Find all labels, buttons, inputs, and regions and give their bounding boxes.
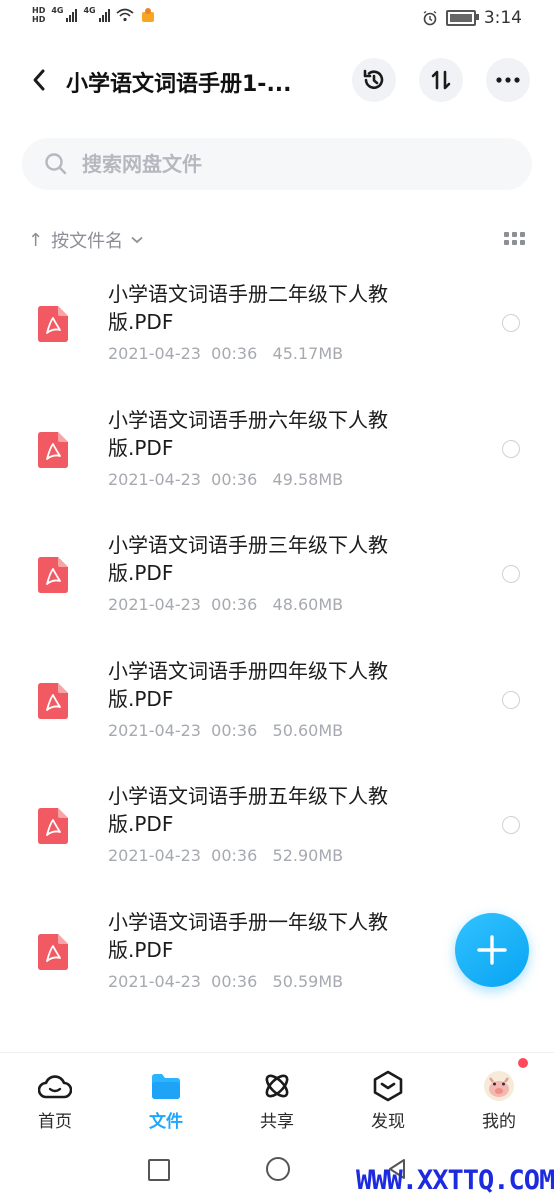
clock: 3:14 [483,8,522,28]
discover-box-icon [348,1069,428,1103]
nav-label: 共享 [260,1112,294,1132]
file-row[interactable]: 小学语文词语手册二年级下人教版.PDF 2021-04-23 00:36 45.1… [0,268,554,394]
file-name: 小学语文词语手册三年级下人教版.PDF [108,533,388,586]
file-name: 小学语文词语手册一年级下人教版.PDF [108,909,388,962]
file-meta: 2021-04-23 00:36 50.60MB [108,720,344,740]
network-type: 4G [51,6,64,15]
home-button[interactable] [266,1157,290,1181]
notification-badge [518,1058,528,1068]
wifi-icon [116,8,134,22]
search-input[interactable] [80,151,484,177]
signal-icon [66,8,78,22]
more-dots-icon [496,77,520,83]
file-row[interactable]: 小学语文词语手册三年级下人教版.PDF 2021-04-23 00:36 48.6… [0,519,554,645]
nav-label: 发现 [371,1112,405,1132]
pdf-file-icon [38,557,68,594]
file-row[interactable]: 小学语文词语手册五年级下人教版.PDF 2021-04-23 00:36 52.9… [0,770,554,896]
file-row[interactable]: 小学语文词语手册六年级下人教版.PDF 2021-04-23 00:36 49.5… [0,394,554,520]
select-radio[interactable] [502,816,520,835]
file-meta: 2021-04-23 00:36 50.59MB [108,971,344,991]
sort-selector[interactable]: ↑ 按文件名 [28,226,525,254]
file-row[interactable]: 小学语文词语手册四年级下人教版.PDF 2021-04-23 00:36 50.6… [0,645,554,771]
select-radio[interactable] [502,314,520,332]
nav-share[interactable]: 共享 [237,1069,317,1132]
nav-discover[interactable]: 发现 [348,1069,428,1132]
folder-icon [126,1069,206,1103]
chevron-down-icon [131,233,143,247]
sort-button[interactable] [419,58,463,102]
avatar-icon [459,1069,539,1103]
grid-view-icon[interactable] [504,232,525,246]
hd-indicators: HD HD [32,6,45,24]
file-meta: 2021-04-23 00:36 48.60MB [108,595,344,615]
select-radio[interactable] [502,565,520,584]
select-radio[interactable] [502,439,520,458]
sort-direction-icon: ↑ [28,229,44,251]
file-meta: 2021-04-23 00:36 52.90MB [108,846,344,866]
file-name: 小学语文词语手册二年级下人教版.PDF [108,282,388,334]
nav-home[interactable]: 首页 [15,1069,95,1132]
status-right: 3:14 [422,8,522,28]
pdf-file-icon [38,431,68,468]
nav-label: 首页 [38,1112,72,1132]
battery-fill [449,14,472,22]
plus-icon [477,935,507,965]
file-name: 小学语文词语手册四年级下人教版.PDF [108,658,388,711]
network-type: 4G [83,6,96,15]
search-icon [44,152,68,176]
history-icon [363,69,384,89]
file-list: 小学语文词语手册二年级下人教版.PDF 2021-04-23 00:36 45.1… [0,268,554,1022]
file-meta: 2021-04-23 00:36 49.58MB [108,469,344,489]
atom-share-icon [237,1069,317,1103]
nav-files[interactable]: 文件 [126,1069,206,1132]
hd-label: HD [32,6,46,15]
nav-label: 我的 [482,1112,516,1132]
nav-mine[interactable]: 我的 [459,1069,539,1132]
back-button[interactable] [24,62,54,98]
pdf-file-icon [38,682,68,719]
more-button[interactable] [486,58,530,102]
chevron-left-icon [33,69,45,91]
cloud-home-icon [15,1069,95,1103]
history-button[interactable] [352,58,396,102]
file-name: 小学语文词语手册五年级下人教版.PDF [108,784,388,837]
battery-icon [445,10,479,26]
app-header: 小学语文词语手册1-... [0,48,554,112]
pdf-file-icon [38,306,68,342]
select-radio[interactable] [502,690,520,709]
search-bar[interactable] [22,138,532,190]
alarm-icon [423,10,437,26]
file-name: 小学语文词语手册六年级下人教版.PDF [108,407,388,460]
status-left: HD HD 4G 4G [32,6,156,24]
signal-icon [98,8,110,22]
file-meta: 2021-04-23 00:36 45.17MB [108,344,344,363]
pdf-file-icon [38,933,68,970]
hd-label: HD [32,15,46,24]
page-title: 小学语文词语手册1-... [66,72,292,97]
add-button[interactable] [455,913,529,987]
sort-arrows-icon [431,70,451,90]
app-notification-icon [141,8,154,22]
status-bar: HD HD 4G 4G 3:14 [0,0,554,38]
nav-label: 文件 [149,1112,183,1132]
sort-label: 按文件名 [51,231,124,252]
pdf-file-icon [38,808,68,845]
recents-button[interactable] [148,1159,170,1181]
watermark: WWW.XXTTQ.COM [356,1165,554,1196]
bottom-nav: 首页 文件 共享 发现 我的 [0,1052,554,1143]
